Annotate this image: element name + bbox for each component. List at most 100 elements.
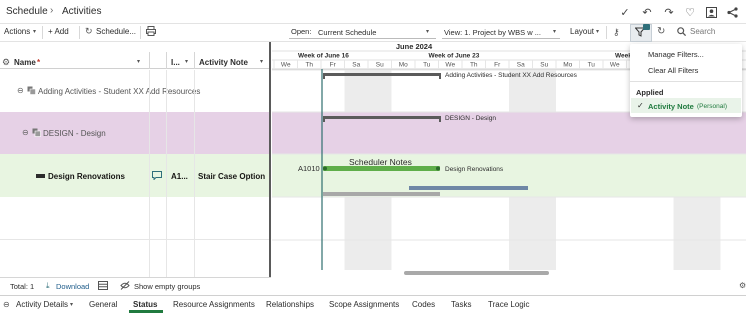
tab-resource-assignments[interactable]: Resource Assignments: [173, 300, 255, 309]
summary-bar-cap: [439, 116, 441, 122]
bar-label: DESIGN - Design: [445, 115, 496, 122]
share-icon[interactable]: [725, 5, 739, 19]
toolbar-divider: [140, 26, 141, 39]
download-link[interactable]: Download: [56, 282, 89, 291]
toolbar-divider: [42, 26, 43, 39]
gantt-scrollbar[interactable]: [404, 271, 549, 275]
menu-item-manage-filters[interactable]: Manage Filters...: [648, 50, 704, 59]
show-empty-groups-toggle[interactable]: Show empty groups: [134, 282, 200, 291]
select-underline: [442, 38, 560, 39]
summary-bar-cap: [323, 73, 325, 79]
tab-scope-assignments[interactable]: Scope Assignments: [329, 300, 399, 309]
show-empty-icon[interactable]: [120, 281, 130, 292]
page-title: Activities: [62, 6, 102, 17]
row-name: Adding Activities - Student XX Add Resou…: [38, 87, 201, 96]
tab-codes[interactable]: Codes: [412, 300, 435, 309]
breadcrumb-root[interactable]: Schedule: [6, 6, 48, 17]
tab-status[interactable]: Status: [133, 300, 157, 309]
week-label: Week of June 23: [429, 53, 480, 60]
grid-options-icon[interactable]: [98, 281, 108, 292]
total-count: Total: 1: [10, 282, 35, 291]
open-label: Open:: [291, 27, 312, 36]
breadcrumb-bar: [0, 0, 746, 24]
bar-start-marker: [323, 166, 327, 171]
summary-bar-cap: [439, 73, 441, 79]
collapse-icon[interactable]: ⊖: [17, 86, 24, 95]
toolbar-divider: [79, 26, 80, 39]
month-label: June 2024: [396, 42, 433, 51]
key-icon[interactable]: ⚷: [613, 27, 620, 38]
undo-icon[interactable]: ↶: [640, 5, 654, 19]
schedule-icon: ↻: [85, 26, 93, 36]
redo-icon[interactable]: ↷: [662, 5, 676, 19]
profile-icon[interactable]: [704, 5, 718, 19]
print-icon[interactable]: [146, 26, 156, 38]
chevron-down-icon[interactable]: ▾: [70, 301, 73, 308]
gantt-row-task: [272, 154, 746, 197]
day-label: Su: [540, 62, 548, 69]
day-label: Fr: [494, 62, 501, 69]
bar-end-marker: [436, 166, 440, 171]
column-header-id[interactable]: I...: [171, 58, 180, 67]
activity-icon: [36, 174, 45, 178]
tab-tasks[interactable]: Tasks: [451, 300, 471, 309]
week-label: Week of June 16: [298, 53, 349, 60]
chevron-down-icon[interactable]: ▾: [260, 58, 263, 65]
actions-menu[interactable]: Actions: [4, 27, 30, 36]
refresh-icon[interactable]: ↻: [657, 26, 665, 37]
schedule-button[interactable]: Schedule...: [96, 27, 136, 36]
checkmark-icon[interactable]: ✓: [618, 5, 632, 19]
chevron-down-icon: ▾: [33, 29, 37, 35]
applied-filter-name: Activity Note: [648, 102, 694, 111]
layout-menu[interactable]: Layout: [570, 27, 594, 36]
wbs-icon: [32, 128, 41, 139]
gantt-settings-icon[interactable]: ⚙: [739, 281, 746, 290]
column-divider: [166, 70, 167, 277]
day-label: Su: [376, 62, 384, 69]
column-divider: [194, 52, 195, 69]
favorite-icon[interactable]: ♡: [683, 5, 697, 19]
required-mark: *: [37, 58, 41, 67]
summary-bar-cap: [323, 116, 325, 122]
add-button[interactable]: + Add: [48, 27, 69, 36]
summary-bar: [323, 73, 441, 76]
day-label: Th: [470, 62, 478, 69]
column-header-name[interactable]: Name: [14, 58, 36, 67]
filter-count-badge: [643, 24, 650, 30]
row-name: Design Renovations: [48, 172, 125, 181]
day-label: Mo: [563, 62, 572, 69]
search-input[interactable]: Search: [690, 27, 715, 36]
expand-details-icon[interactable]: ⊖: [3, 300, 10, 309]
menu-item-clear-filters[interactable]: Clear All Filters: [648, 66, 698, 75]
activity-details-menu[interactable]: Activity Details: [16, 300, 68, 309]
row-activity-note: Stair Case Option: [198, 172, 266, 181]
chevron-down-icon[interactable]: ▾: [137, 58, 140, 65]
day-label: We: [610, 62, 620, 69]
tab-general[interactable]: General: [89, 300, 117, 309]
collapse-icon[interactable]: ⊖: [22, 128, 29, 137]
tab-trace-logic[interactable]: Trace Logic: [488, 300, 530, 309]
column-header-activity-note[interactable]: Activity Note: [199, 58, 248, 67]
day-label: Tu: [423, 62, 431, 69]
open-schedule-select[interactable]: Current Schedule: [318, 28, 376, 41]
baseline-bar: [323, 192, 440, 196]
bar-label: Adding Activities - Student XX Add Resou…: [445, 72, 578, 79]
day-label: Sa: [352, 62, 360, 69]
pane-splitter[interactable]: [269, 42, 271, 293]
chevron-down-icon[interactable]: ▾: [185, 58, 188, 65]
toolbar-divider: [606, 26, 607, 39]
day-label: Tu: [588, 62, 596, 69]
day-label: Sa: [517, 62, 525, 69]
table-row[interactable]: [0, 197, 271, 240]
settings-icon[interactable]: ⚙: [2, 57, 10, 68]
select-underline: [289, 38, 436, 39]
summary-bar: [323, 116, 441, 119]
menu-divider: [630, 81, 742, 82]
note-icon[interactable]: [152, 171, 162, 182]
column-divider: [149, 52, 150, 69]
bar-label: Design Renovations: [445, 166, 504, 173]
wbs-icon: [27, 86, 36, 97]
tab-relationships[interactable]: Relationships: [266, 300, 314, 309]
view-select[interactable]: View: 1. Project by WBS w ...: [444, 28, 541, 41]
scheduler-notes-label: Scheduler Notes: [349, 157, 412, 167]
